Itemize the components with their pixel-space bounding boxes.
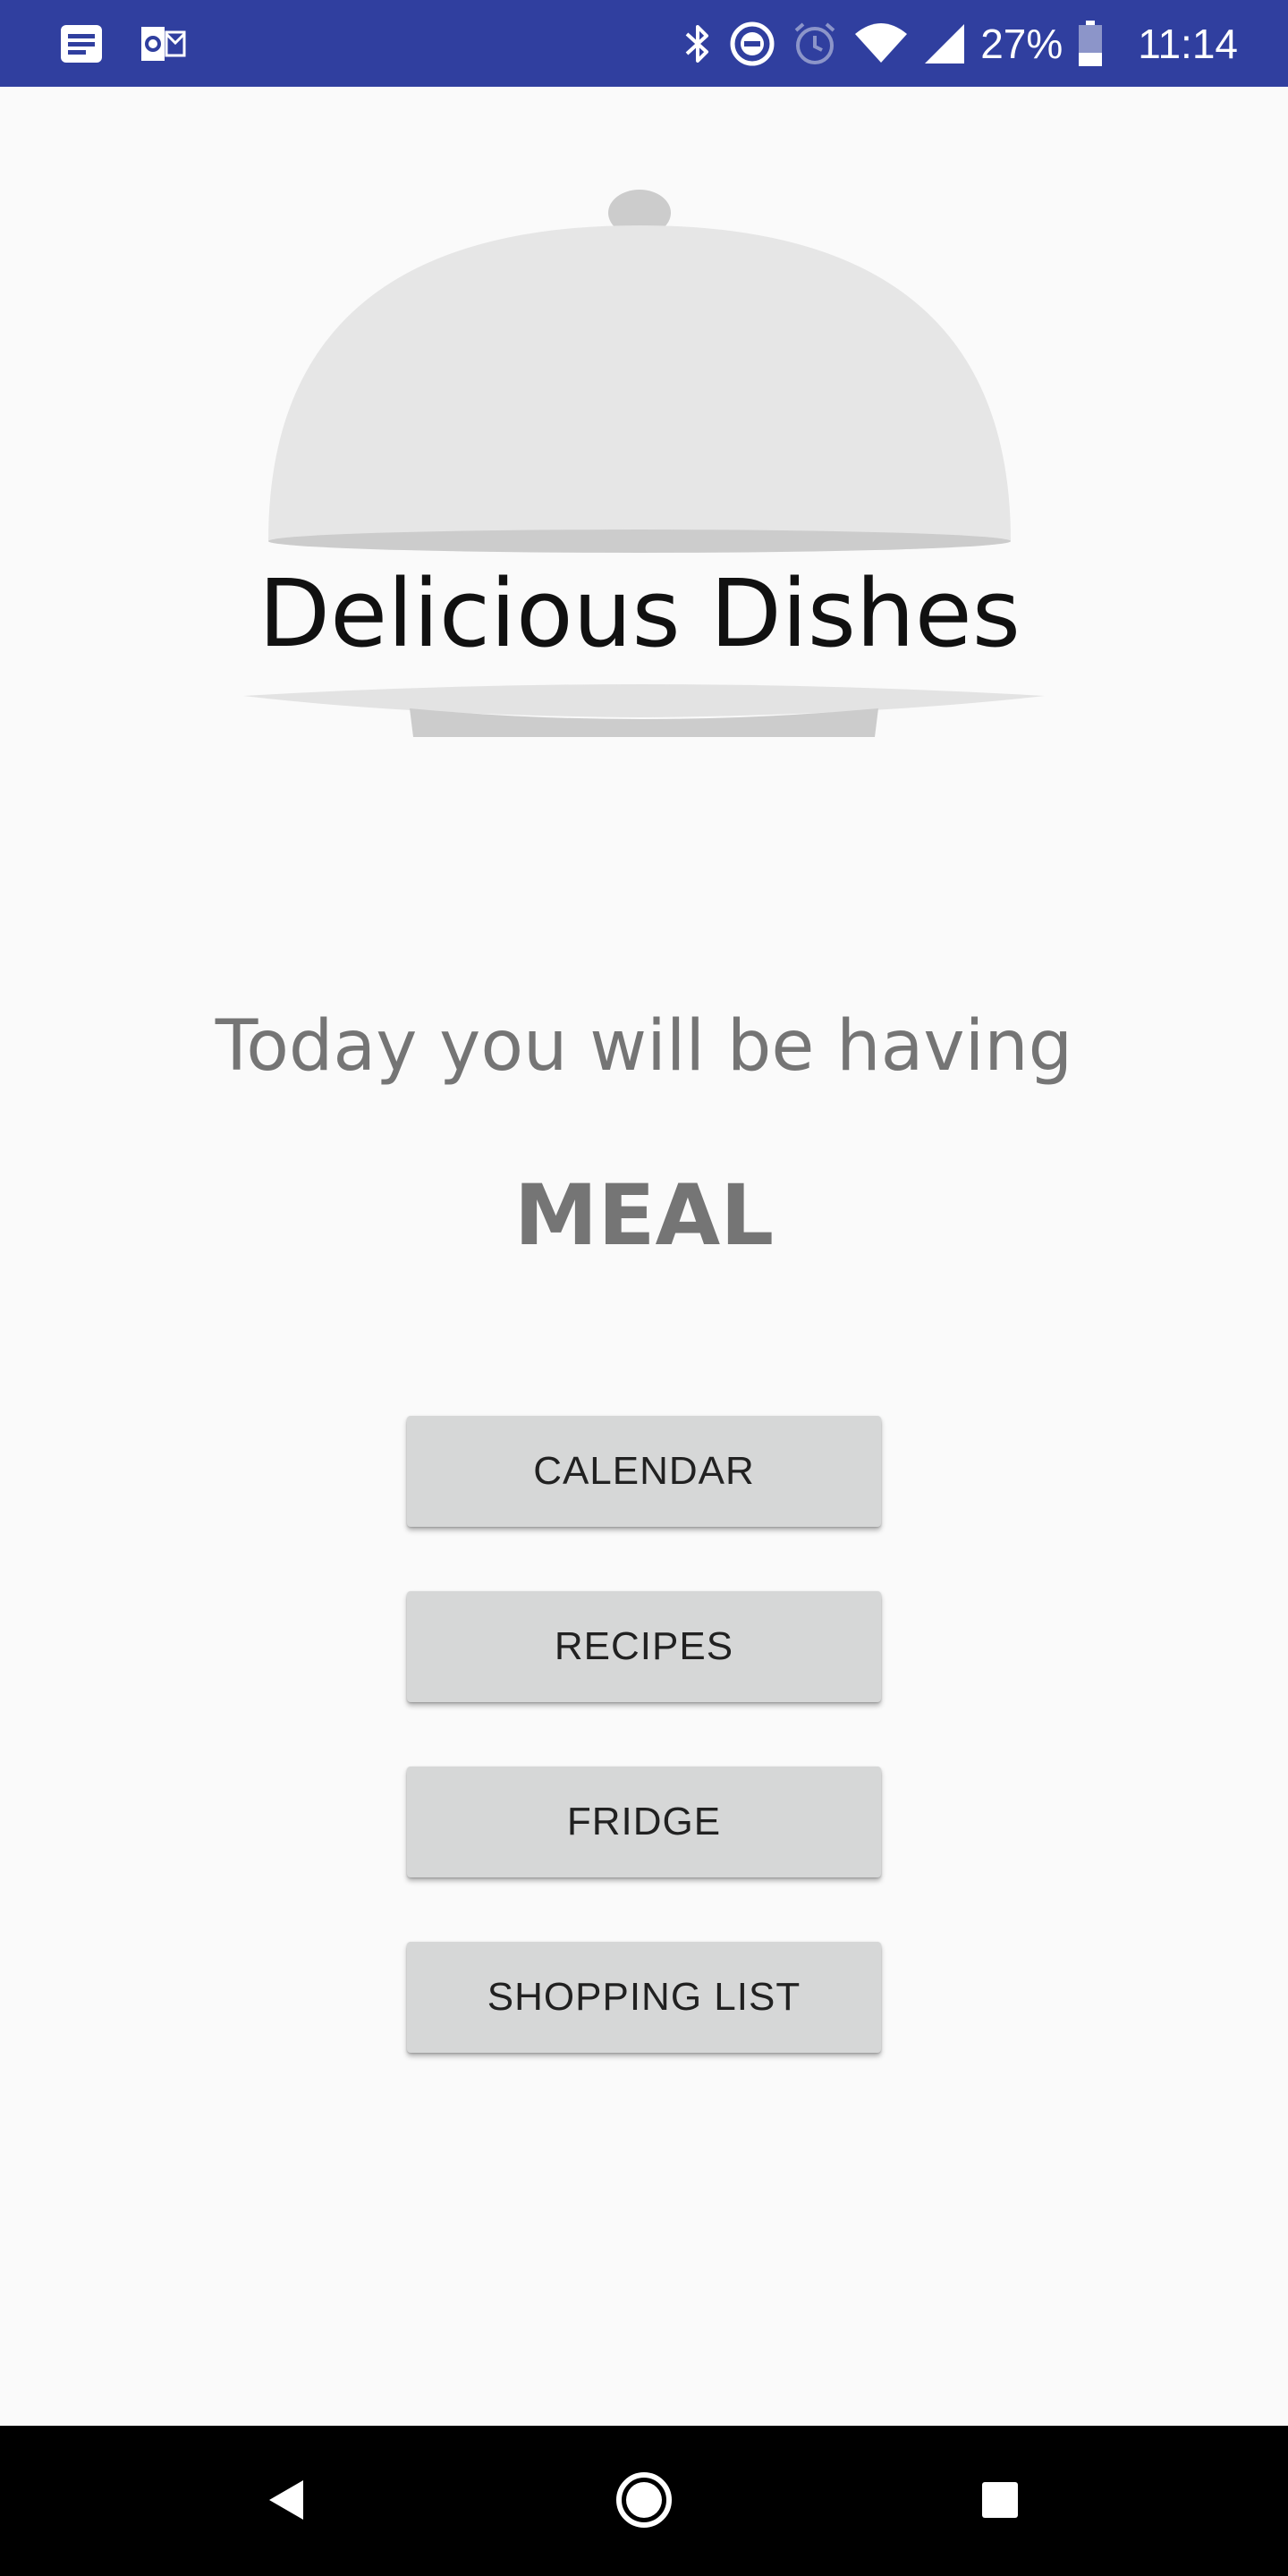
today-headline: Today you will be having — [215, 1006, 1073, 1087]
delicious-dishes-logo: Delicious Dishes — [242, 179, 1046, 751]
fridge-button[interactable]: FRIDGE — [407, 1767, 881, 1877]
meal-name: MEAL — [513, 1167, 775, 1265]
signal-icon — [923, 22, 966, 65]
recents-icon — [980, 2480, 1020, 2524]
wifi-icon — [853, 21, 909, 66]
logo-text: Delicious Dishes — [258, 559, 1021, 668]
navigation-bar — [0, 2426, 1288, 2576]
clock: 11:14 — [1138, 21, 1238, 67]
status-bar: 27% 11:14 — [0, 0, 1288, 87]
outlook-icon — [140, 23, 186, 64]
home-icon — [614, 2470, 674, 2534]
battery-icon — [1077, 21, 1104, 67]
back-icon — [266, 2478, 307, 2527]
back-button[interactable] — [246, 2462, 326, 2542]
recipes-button[interactable]: RECIPES — [407, 1591, 881, 1702]
do-not-disturb-icon — [728, 20, 776, 68]
alarm-icon — [791, 20, 839, 68]
recents-button[interactable] — [960, 2462, 1040, 2542]
home-button[interactable] — [604, 2462, 684, 2542]
calendar-button[interactable]: CALENDAR — [407, 1416, 881, 1527]
news-icon — [59, 23, 104, 64]
shopping-list-button[interactable]: SHOPPING LIST — [407, 1942, 881, 2053]
bluetooth-icon — [682, 21, 714, 66]
battery-percent: 27% — [980, 21, 1063, 67]
system-icons: 27% 11:14 — [682, 13, 1238, 75]
notification-icons — [59, 21, 186, 66]
screen: 27% 11:14 Delicious Dishes Today you wil… — [0, 0, 1288, 2576]
